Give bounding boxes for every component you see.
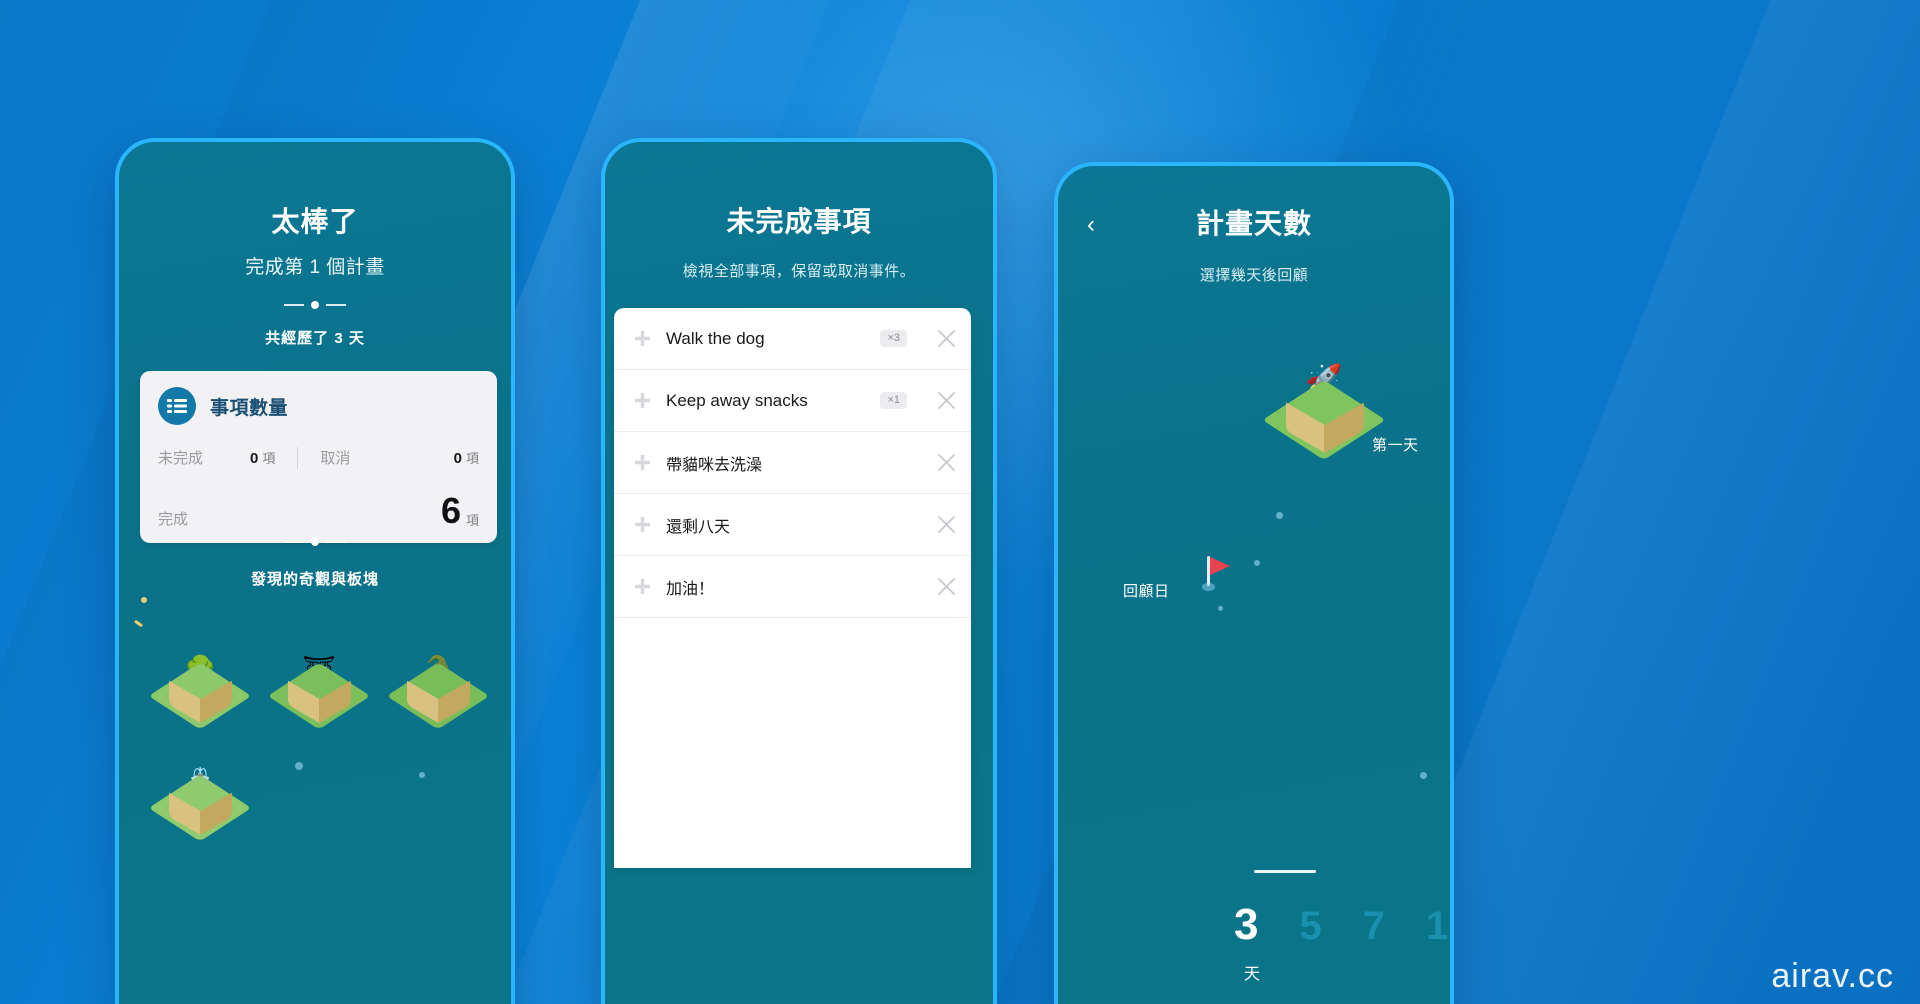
summary-subtitle: 完成第 1 個計畫 [245,257,385,278]
tile-tree-icon: 🌳 [148,650,252,730]
phone-mockup-summary: 太棒了 完成第 1 個計畫 共經歷了 3 天 事項數量 未完成 0 項 取消 0… [115,138,515,1004]
first-day-tile[interactable]: 🚀 [1262,364,1386,461]
item-count-row-done: 完成 6 項 [158,493,479,529]
close-icon[interactable] [917,392,955,409]
discover-title: 發現的奇觀與板塊 [250,571,379,588]
path-dot [1218,606,1223,611]
pending-title: 未完成事項 [726,206,872,237]
divider-dash-right [326,541,346,543]
divider-dash-right [326,304,346,306]
divider-dash-left [284,304,304,306]
divider-dot [311,301,319,309]
cancelled-value-group: 0 項 [454,448,479,467]
day-option[interactable]: 1 [1426,904,1449,949]
list-item[interactable]: Keep away snacks ×1 [614,370,971,432]
row-separator [297,447,299,469]
item-count-row-pending: 未完成 0 項 取消 0 項 [158,447,479,469]
plan-days-title: 計畫天數 [1195,208,1312,239]
tile-cell[interactable]: 🌳 [141,632,260,744]
close-icon[interactable] [917,516,955,533]
phone-mockup-pending-list: 未完成事項 檢視全部事項，保留或取消事件。 Walk the dog ×3 Ke… [601,138,997,1004]
watermark: airav.cc [1771,957,1894,995]
list-item-count-badge: ×1 [880,392,907,409]
drag-handle-icon[interactable] [632,579,652,594]
list-item-label: 帶貓咪去洗澡 [666,456,763,474]
day-picker-options: 3 5 7 1 [1058,900,1450,950]
list-item-label: 加油！ [666,580,715,598]
elapsed-days-text: 共經歷了 3 天 [265,330,365,347]
close-icon[interactable] [917,454,955,471]
pending-label: 未完成 [158,450,204,467]
plan-days-subtitle: 選擇幾天後回顧 [1199,267,1309,284]
cancelled-value: 0 [453,450,462,467]
done-value: 6 [440,490,461,531]
day-option[interactable]: 7 [1363,904,1386,949]
list-item-label: Keep away snacks [666,390,808,410]
close-icon[interactable] [917,578,955,595]
list-item[interactable]: 帶貓咪去洗澡 [614,432,971,494]
discovered-tiles-grid: 🌳 ⛩ 🐊 ⛲ [141,632,497,856]
section-divider [119,301,511,309]
list-item-label: 還剩八天 [666,518,731,536]
drag-handle-icon[interactable] [632,455,652,470]
plan-map: 🚀 第一天 回顧日 [1058,306,1450,779]
spark-particle [141,597,147,603]
list-item[interactable]: 加油！ [614,556,971,618]
close-icon[interactable] [917,330,955,347]
pending-subtitle: 檢視全部事項，保留或取消事件。 [682,263,916,280]
cancelled-label: 取消 [320,450,351,467]
list-item[interactable]: 還剩八天 [614,494,971,556]
tile-crocodile-icon: 🐊 [386,650,490,730]
day-option[interactable]: 5 [1299,904,1322,949]
list-icon [158,387,196,425]
review-day-flag-icon[interactable] [1196,556,1230,591]
tile-cell[interactable]: ⛩ [260,632,379,744]
tile-cell[interactable]: 🐊 [378,632,497,744]
path-dot [1254,560,1260,566]
item-count-title: 事項數量 [210,397,289,419]
divider-dash-left [284,541,304,543]
tile-shrine-icon: ⛩ [267,650,371,730]
item-count-header: 事項數量 [158,387,479,425]
done-unit: 項 [465,513,479,528]
day-unit-label: 天 [1244,966,1261,983]
day-option-selected[interactable]: 3 [1234,900,1259,950]
day-picker-indicator [1254,870,1316,873]
list-item[interactable]: Walk the dog ×3 [614,308,971,370]
done-label: 完成 [158,511,189,528]
item-count-card[interactable]: 事項數量 未完成 0 項 取消 0 項 完成 6 項 [140,371,497,543]
pending-unit: 項 [262,451,276,466]
drag-handle-icon[interactable] [632,393,652,408]
tile-fountain-icon: ⛲ [148,762,252,842]
path-dot [1276,512,1283,519]
review-day-label: 回顧日 [1123,583,1170,600]
path-dot [1420,772,1427,779]
cancelled-unit: 項 [465,451,479,466]
list-item-label: Walk the dog [666,328,765,348]
spark-particle [133,619,144,628]
divider-dot [311,538,319,546]
tile-cell[interactable]: ⛲ [141,744,260,856]
first-day-label: 第一天 [1372,437,1419,454]
pending-value: 0 [250,450,259,467]
phone-mockup-plan-days: ‹ 計畫天數 選擇幾天後回顧 🚀 第一天 回顧日 3 [1054,162,1454,1004]
day-picker[interactable]: 3 5 7 1 天 [1058,864,1450,1004]
drag-handle-icon[interactable] [632,331,652,346]
drag-handle-icon[interactable] [632,517,652,532]
section-divider-2 [119,538,511,546]
list-item-count-badge: ×3 [880,330,907,347]
summary-title: 太棒了 [271,206,359,237]
pending-list: Walk the dog ×3 Keep away snacks ×1 帶貓咪去… [614,308,971,868]
